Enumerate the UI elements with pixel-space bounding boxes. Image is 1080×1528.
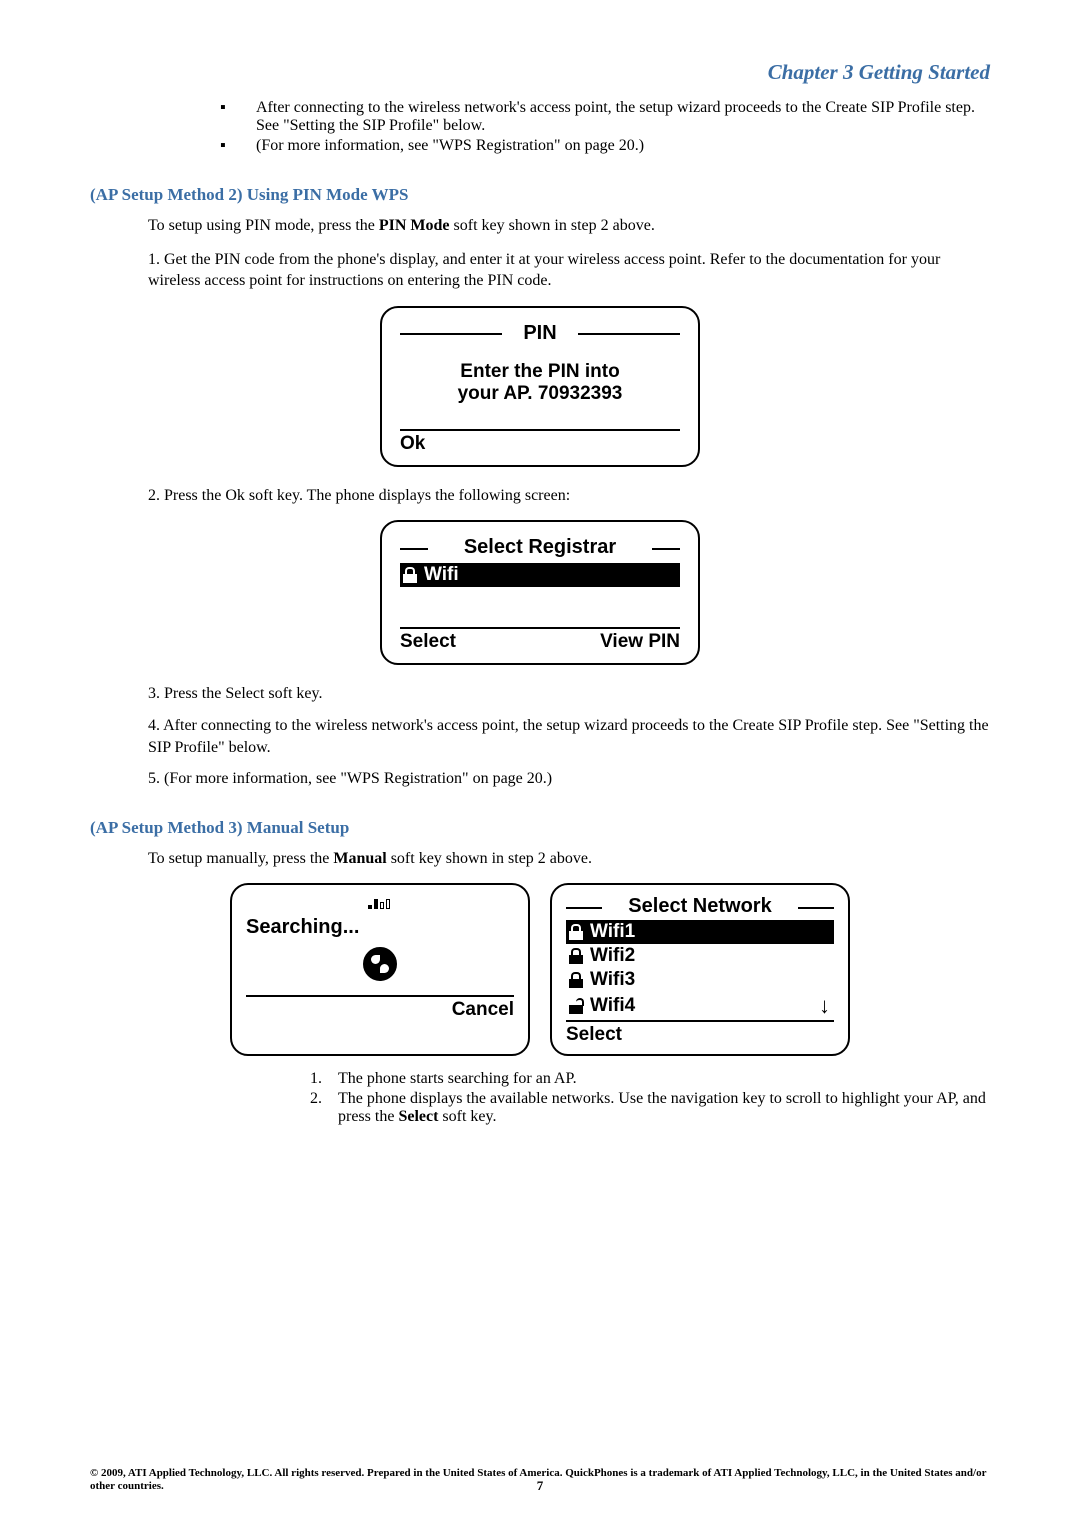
screen-title: Select Network [566,895,834,918]
screen-title: PIN [400,322,680,345]
screen-body: Enter the PIN into your AP. 70932393 [400,345,680,429]
method2-step1: 1. Get the PIN code from the phone's dis… [148,249,990,292]
chapter-header: Chapter 3 Getting Started [90,60,990,85]
wifi1-label: Wifi1 [590,921,635,943]
method2-step2: 2. Press the Ok soft key. The phone disp… [148,485,990,507]
text: Searching... [246,916,359,938]
select-bold: Select [398,1108,438,1125]
wifi2-label: Wifi2 [590,945,635,967]
viewpin-softkey[interactable]: View PIN [600,631,680,653]
list-item[interactable]: Wifi3 [566,968,834,992]
method2-step4: 4. After connecting to the wireless netw… [148,715,990,758]
method2-intro: To setup using PIN mode, press the PIN M… [148,215,990,237]
wifi4-label: Wifi4 [590,995,635,1017]
lock-icon [568,972,584,988]
wifi3-label: Wifi3 [590,969,635,991]
ok-softkey[interactable]: Ok [400,433,425,455]
pin-line1: Enter the PIN into [460,361,619,382]
bullet-item: ▪ (For more information, see "WPS Regist… [220,137,990,155]
method3-substeps: 1. The phone starts searching for an AP.… [310,1070,990,1126]
num: 1. [310,1070,338,1088]
method2-heading: (AP Setup Method 2) Using PIN Mode WPS [90,185,990,205]
network-list: Wifi1 Wifi2 Wifi3 Wifi4 ↓ [566,918,834,1020]
manual-bold: Manual [333,850,386,867]
num: 2. [310,1090,338,1126]
screen-title: Select Registrar [400,536,680,559]
phone-screen-searching: Searching... Cancel [230,883,530,1056]
searching-text: Searching... [246,914,514,981]
square-bullet-icon: ▪ [220,137,256,155]
signal-icon [368,895,392,909]
lock-icon [402,567,418,583]
text: To setup using PIN mode, press the [148,217,379,234]
clock-icon [363,947,397,981]
softkey-row: Cancel [246,995,514,1021]
method3-intro: To setup manually, press the Manual soft… [148,848,990,870]
phone-screen-select-network: Select Network Wifi1 Wifi2 Wifi3 Wifi4 ↓… [550,883,850,1056]
wifi-label: Wifi [424,564,459,586]
lock-icon [568,948,584,964]
method2-step3: 3. Press the Select soft key. [148,683,990,705]
phone-screen-registrar: Select Registrar Wifi Select View PIN [380,520,700,665]
list-item[interactable]: Wifi4 ↓ [566,992,834,1020]
signal-row [246,895,514,914]
method3-heading: (AP Setup Method 3) Manual Setup [90,818,990,838]
down-arrow-icon: ↓ [819,993,832,1019]
text: The phone displays the available network… [338,1090,990,1126]
phone-screen-pin: PIN Enter the PIN into your AP. 70932393… [380,306,700,467]
select-softkey[interactable]: Select [566,1024,622,1046]
bullet-text: After connecting to the wireless network… [256,99,990,135]
text: soft key shown in step 2 above. [387,850,592,867]
page-number: 7 [0,1478,1080,1494]
pin-line2: your AP. 70932393 [458,383,623,404]
top-bullets: ▪ After connecting to the wireless netwo… [220,99,990,155]
text: 4. After connecting to the wireless netw… [148,717,989,756]
two-screens: Searching... Cancel Select Network Wifi1… [90,883,990,1056]
softkey-row: Select View PIN [400,627,680,653]
lock-icon [568,924,584,940]
text: soft key shown in step 2 above. [450,217,655,234]
list-item[interactable]: Wifi2 [566,944,834,968]
list-item-selected[interactable]: Wifi [400,563,680,587]
cancel-softkey[interactable]: Cancel [452,999,514,1021]
bullet-text: (For more information, see "WPS Registra… [256,137,990,155]
unlock-icon [568,998,584,1014]
t: soft key. [438,1108,496,1125]
select-softkey[interactable]: Select [400,631,456,653]
method2-step5: 5. (For more information, see "WPS Regis… [148,768,990,790]
list-item-selected[interactable]: Wifi1 [566,920,834,944]
text: To setup manually, press the [148,850,333,867]
bullet-item: ▪ After connecting to the wireless netwo… [220,99,990,135]
substep-1: 1. The phone starts searching for an AP. [310,1070,990,1088]
square-bullet-icon: ▪ [220,99,256,135]
text: The phone starts searching for an AP. [338,1070,577,1088]
pin-mode-bold: PIN Mode [379,217,450,234]
softkey-row: Select [566,1020,834,1046]
softkey-row: Ok [400,429,680,455]
substep-2: 2. The phone displays the available netw… [310,1090,990,1126]
screen-body: Wifi [400,559,680,627]
